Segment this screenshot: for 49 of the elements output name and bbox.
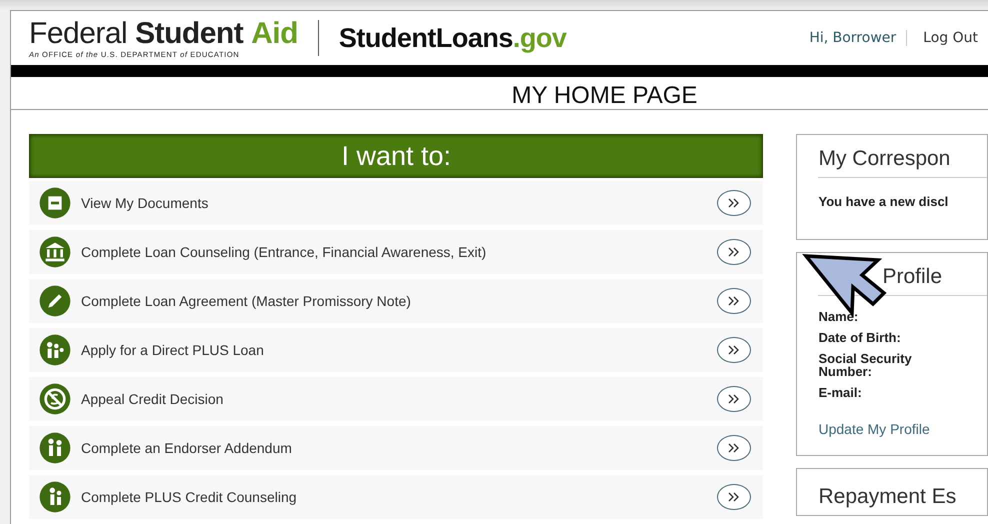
card-title: Repayment Es [818, 484, 958, 510]
action-row[interactable]: Appeal Credit Decision [29, 377, 764, 421]
action-row[interactable]: Complete an Endorser Addendum [29, 426, 764, 470]
action-row[interactable]: View My Documents [29, 181, 764, 225]
go-button[interactable] [717, 435, 752, 461]
document-icon [39, 187, 71, 219]
site-name: StudentLoans.gov [338, 22, 566, 54]
chevron-icon [727, 443, 742, 453]
action-label: Appeal Credit Decision [81, 391, 224, 407]
pencil-icon [39, 285, 71, 317]
logout-link[interactable]: Log Out [907, 30, 988, 46]
people-icon [39, 432, 71, 464]
account-link[interactable]: Hi, Borrower [809, 30, 908, 46]
action-label: Complete an Endorser Addendum [81, 440, 293, 456]
field-label: Name: [818, 310, 860, 323]
logo-text: Federal Student Aid [29, 18, 298, 50]
go-button[interactable] [717, 190, 752, 216]
action-label: Complete Loan Agreement (Master Promissory Note) [81, 293, 412, 309]
card-title: My Correspon [818, 135, 987, 178]
action-row[interactable]: Complete PLUS Credit Counseling [29, 475, 764, 519]
field-label: E-mail: [818, 386, 863, 399]
chevron-icon [727, 492, 742, 502]
go-button[interactable] [717, 337, 752, 363]
chevron-icon [727, 345, 742, 355]
field-label: Date of Birth: [818, 331, 902, 344]
chevron-icon [727, 198, 742, 208]
update-profile-link[interactable]: Update My Profile [818, 421, 930, 437]
action-row[interactable]: Complete Loan Counseling (Entrance, Financial Awareness, Exit) [29, 230, 764, 274]
action-label: Apply for a Direct PLUS Loan [81, 342, 265, 358]
go-button[interactable] [717, 288, 752, 314]
family-icon [39, 334, 71, 366]
no-dollar-icon [39, 383, 71, 415]
bank-icon [39, 236, 71, 268]
go-button[interactable] [717, 386, 752, 412]
page-title: MY HOME PAGE [512, 81, 698, 110]
action-label: Complete Loan Counseling (Entrance, Financial Awareness, Exit) [81, 244, 488, 260]
message-text: You have a new discl [818, 194, 950, 209]
action-row[interactable]: Apply for a Direct PLUS Loan [29, 328, 764, 372]
action-row[interactable]: Complete Loan Agreement (Master Promissory Note) [29, 279, 764, 323]
chevron-icon [727, 296, 742, 306]
action-label: View My Documents [81, 195, 210, 211]
action-label: Complete PLUS Credit Counseling [81, 489, 298, 505]
field-label: Social Security Number: [818, 352, 913, 378]
chevron-icon [727, 247, 742, 257]
people-icon [39, 481, 71, 513]
go-button[interactable] [717, 239, 752, 265]
section-title: I want to: [341, 140, 452, 172]
go-button[interactable] [717, 484, 752, 510]
chevron-icon [727, 394, 742, 404]
